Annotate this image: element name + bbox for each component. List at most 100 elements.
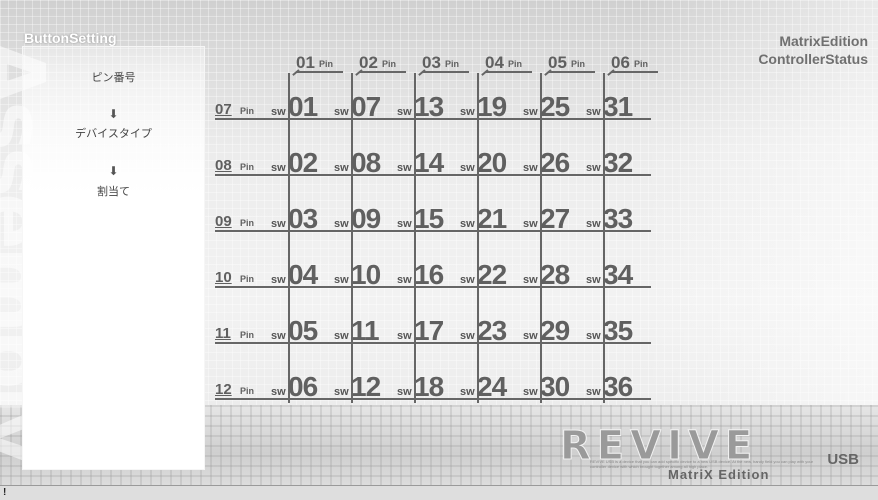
column-pin-header: 06 Pin (603, 53, 663, 76)
switch-cell[interactable]: sw 34 (586, 259, 648, 291)
switch-number: 22 (477, 259, 507, 290)
switch-prefix: sw (397, 274, 412, 286)
switch-number: 20 (477, 147, 507, 178)
switch-prefix: sw (586, 218, 601, 230)
switch-cell[interactable]: sw 28 (523, 259, 585, 291)
switch-prefix: sw (271, 162, 286, 174)
switch-cell[interactable]: sw 10 (334, 259, 396, 291)
switch-prefix: sw (334, 330, 349, 342)
switch-prefix: sw (334, 162, 349, 174)
switch-cell[interactable]: sw 01 (271, 91, 333, 123)
switch-cell[interactable]: sw 12 (334, 371, 396, 403)
switch-prefix: sw (334, 274, 349, 286)
switch-number: 18 (414, 371, 444, 402)
switch-number: 30 (540, 371, 570, 402)
switch-number: 27 (540, 203, 570, 234)
switch-number: 23 (477, 315, 507, 346)
switch-prefix: sw (397, 218, 412, 230)
column-header-line (359, 71, 406, 73)
switch-prefix: sw (586, 106, 601, 118)
switch-cell[interactable]: sw 32 (586, 147, 648, 179)
switch-cell[interactable]: sw 03 (271, 203, 333, 235)
switch-prefix: sw (271, 274, 286, 286)
switch-number: 32 (603, 147, 633, 178)
switch-prefix: sw (586, 386, 601, 398)
switch-prefix: sw (523, 330, 538, 342)
row-pin-number: 08 (215, 157, 232, 174)
switch-cell[interactable]: sw 18 (397, 371, 459, 403)
switch-cell[interactable]: sw 29 (523, 315, 585, 347)
logo-edition: MatriX Edition (668, 467, 770, 482)
switch-prefix: sw (397, 162, 412, 174)
switch-cell[interactable]: sw 23 (460, 315, 522, 347)
switch-number: 26 (540, 147, 570, 178)
switch-cell[interactable]: sw 06 (271, 371, 333, 403)
switch-cell[interactable]: sw 02 (271, 147, 333, 179)
column-pin-header: 04 Pin (477, 53, 537, 76)
switch-number: 10 (351, 259, 381, 290)
switch-cell[interactable]: sw 16 (397, 259, 459, 291)
switch-cell[interactable]: sw 14 (397, 147, 459, 179)
switch-number: 14 (414, 147, 444, 178)
switch-number: 06 (288, 371, 318, 402)
switch-number: 31 (603, 91, 633, 122)
pin-unit-label: Pin (382, 59, 397, 69)
status-bar: ! (0, 485, 878, 500)
switch-number: 07 (351, 91, 381, 122)
pin-unit-label: Pin (240, 218, 255, 228)
switch-cell[interactable]: sw 22 (460, 259, 522, 291)
switch-cell[interactable]: sw 24 (460, 371, 522, 403)
column-header-line (548, 71, 595, 73)
switch-cell[interactable]: sw 19 (460, 91, 522, 123)
switch-cell[interactable]: sw 33 (586, 203, 648, 235)
switch-cell[interactable]: sw 26 (523, 147, 585, 179)
switch-cell[interactable]: sw 20 (460, 147, 522, 179)
switch-cell[interactable]: sw 15 (397, 203, 459, 235)
button-matrix: 01 Pin 02 Pin 03 Pin 04 Pin 05 Pin 06 Pin 07 Pin sw 01 s… (0, 0, 878, 480)
switch-cell[interactable]: sw 36 (586, 371, 648, 403)
switch-cell[interactable]: sw 25 (523, 91, 585, 123)
switch-cell[interactable]: sw 13 (397, 91, 459, 123)
switch-cell[interactable]: sw 17 (397, 315, 459, 347)
logo-usb: USB (827, 451, 859, 468)
pin-unit-label: Pin (634, 59, 649, 69)
switch-cell[interactable]: sw 07 (334, 91, 396, 123)
switch-number: 17 (414, 315, 444, 346)
switch-prefix: sw (460, 106, 475, 118)
switch-prefix: sw (397, 330, 412, 342)
column-pin-header: 02 Pin (351, 53, 411, 76)
switch-prefix: sw (271, 330, 286, 342)
switch-prefix: sw (334, 386, 349, 398)
row-pin-number: 12 (215, 381, 232, 398)
column-header-line (296, 71, 343, 73)
switch-number: 11 (351, 315, 380, 346)
switch-cell[interactable]: sw 35 (586, 315, 648, 347)
column-header-line (485, 71, 532, 73)
switch-number: 24 (477, 371, 507, 402)
pin-unit-label: Pin (319, 59, 334, 69)
switch-number: 21 (477, 203, 507, 234)
switch-number: 04 (288, 259, 318, 290)
column-pin-header: 05 Pin (540, 53, 600, 76)
revive-usb-logo: REVIVE USB REVIVE USB is a device that y… (559, 423, 865, 483)
switch-cell[interactable]: sw 11 (334, 315, 396, 347)
switch-cell[interactable]: sw 08 (334, 147, 396, 179)
switch-cell[interactable]: sw 05 (271, 315, 333, 347)
switch-number: 36 (603, 371, 633, 402)
pin-unit-label: Pin (571, 59, 586, 69)
switch-cell[interactable]: sw 04 (271, 259, 333, 291)
switch-prefix: sw (460, 386, 475, 398)
switch-cell[interactable]: sw 21 (460, 203, 522, 235)
switch-number: 34 (603, 259, 633, 290)
pin-unit-label: Pin (240, 330, 255, 340)
switch-prefix: sw (271, 106, 286, 118)
switch-number: 25 (540, 91, 570, 122)
column-pin-header: 01 Pin (288, 53, 348, 76)
switch-cell[interactable]: sw 09 (334, 203, 396, 235)
switch-number: 33 (603, 203, 633, 234)
switch-cell[interactable]: sw 27 (523, 203, 585, 235)
switch-prefix: sw (397, 106, 412, 118)
switch-prefix: sw (586, 274, 601, 286)
switch-cell[interactable]: sw 30 (523, 371, 585, 403)
switch-cell[interactable]: sw 31 (586, 91, 648, 123)
